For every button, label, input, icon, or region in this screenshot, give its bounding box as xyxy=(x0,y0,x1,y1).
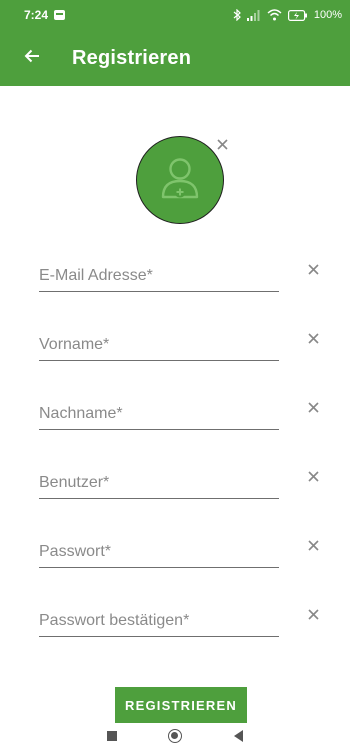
status-time: 7:24 xyxy=(24,8,49,22)
clear-first-name-button[interactable] xyxy=(304,331,322,349)
bluetooth-icon xyxy=(233,9,241,21)
first-name-input[interactable] xyxy=(39,336,279,360)
page-title: Registrieren xyxy=(72,46,192,69)
close-icon xyxy=(307,607,319,625)
register-button[interactable]: REGISTRIEREN xyxy=(115,687,247,723)
arrow-back-icon xyxy=(24,49,40,68)
system-back-button[interactable] xyxy=(228,726,248,746)
recents-icon xyxy=(106,731,117,741)
home-icon xyxy=(167,729,182,743)
username-field[interactable] xyxy=(39,465,279,499)
avatar-picker[interactable] xyxy=(136,136,224,224)
status-bar: 7:24 100% xyxy=(0,0,350,30)
status-right: 100% xyxy=(233,9,342,21)
notification-icon xyxy=(54,10,66,20)
clear-avatar-button[interactable] xyxy=(213,137,231,155)
last-name-input[interactable] xyxy=(39,405,279,429)
battery-icon xyxy=(287,9,308,21)
battery-percentage: 100% xyxy=(313,9,342,21)
clear-confirm-password-button[interactable] xyxy=(304,607,322,625)
first-name-field[interactable] xyxy=(39,327,279,361)
recents-button[interactable] xyxy=(102,726,122,746)
back-icon xyxy=(233,730,243,742)
password-field[interactable] xyxy=(39,534,279,568)
app-bar: Registrieren xyxy=(0,30,350,86)
confirm-password-input[interactable] xyxy=(39,612,279,636)
close-icon xyxy=(307,262,319,280)
clear-username-button[interactable] xyxy=(304,469,322,487)
close-icon xyxy=(307,469,319,487)
signal-icon xyxy=(246,9,261,21)
wifi-icon xyxy=(267,9,282,21)
password-input[interactable] xyxy=(39,543,279,567)
username-input[interactable] xyxy=(39,474,279,498)
clear-email-button[interactable] xyxy=(304,262,322,280)
confirm-password-field[interactable] xyxy=(39,603,279,637)
email-field[interactable] xyxy=(39,258,279,292)
clear-password-button[interactable] xyxy=(304,538,322,556)
close-icon xyxy=(216,137,228,155)
clear-last-name-button[interactable] xyxy=(304,400,322,418)
home-button[interactable] xyxy=(165,726,185,746)
close-icon xyxy=(307,538,319,556)
email-input[interactable] xyxy=(39,267,279,291)
status-left: 7:24 xyxy=(24,8,66,22)
back-button[interactable] xyxy=(0,30,58,86)
add-person-icon xyxy=(158,155,202,206)
close-icon xyxy=(307,400,319,418)
close-icon xyxy=(307,331,319,349)
last-name-field[interactable] xyxy=(39,396,279,430)
system-nav-bar xyxy=(0,723,350,749)
